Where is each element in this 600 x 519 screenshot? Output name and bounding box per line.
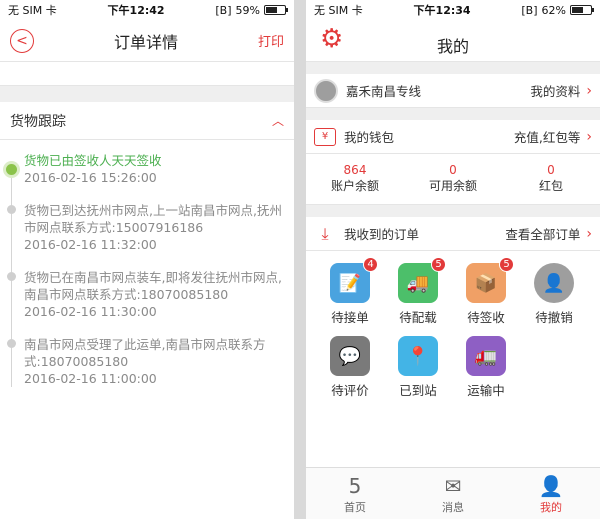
back-arrow-icon: < bbox=[16, 32, 28, 49]
my-info-link[interactable]: 我的资料 bbox=[530, 81, 580, 100]
carrier-text: 无 SIM 卡 bbox=[8, 4, 57, 17]
view-all-orders-link[interactable]: 查看全部订单 bbox=[505, 224, 580, 243]
back-button[interactable]: < bbox=[10, 28, 34, 53]
status-bar: 无 SIM 卡 下午12:42 [B] 59% bbox=[0, 0, 294, 20]
grid-item-pending-load[interactable]: 🚚 5 待配载 bbox=[384, 257, 452, 326]
count-badge: 5 bbox=[431, 257, 446, 272]
blank-row bbox=[0, 62, 294, 86]
profile-row[interactable]: 嘉禾南昌专线 我的资料 › bbox=[306, 74, 600, 108]
home-logo-icon: 5 bbox=[348, 473, 362, 498]
avatar bbox=[314, 78, 338, 103]
wallet-row[interactable]: ¥ 我的钱包 充值,红包等 › bbox=[306, 120, 600, 154]
battery-icon bbox=[569, 5, 594, 15]
tracking-header[interactable]: 货物跟踪 ︿ bbox=[0, 102, 294, 140]
chevron-right-icon: › bbox=[586, 128, 592, 145]
nav-bar: < 订单详情 打印 bbox=[0, 20, 294, 62]
balance-account[interactable]: 864 账户余额 bbox=[315, 162, 395, 194]
chevron-right-icon: › bbox=[586, 225, 592, 242]
bluetooth-icon: [B] bbox=[215, 3, 232, 17]
battery-icon bbox=[263, 5, 288, 15]
truck-icon: 🚛 bbox=[466, 336, 506, 376]
grid-item-arrived[interactable]: 📍 已到站 bbox=[384, 336, 452, 399]
clock-text: 下午12:34 bbox=[413, 4, 471, 17]
chevron-right-icon: › bbox=[586, 82, 592, 99]
tab-bar: 5 首页 ✉ 消息 👤 我的 bbox=[306, 467, 600, 519]
tracking-timeline: 货物已由签收人天天签收 2016-02-16 15:26:00 货物已到达抚州市… bbox=[0, 140, 294, 387]
wallet-label: 我的钱包 bbox=[344, 130, 395, 145]
nav-bar: ⚙ 我的 bbox=[306, 20, 600, 62]
bluetooth-icon: [B] bbox=[521, 3, 538, 17]
chat-icon: 💬 bbox=[330, 336, 370, 376]
grid-item-pending-review[interactable]: 💬 待评价 bbox=[316, 336, 384, 399]
count-badge: 5 bbox=[499, 257, 514, 272]
order-detail-screen: 无 SIM 卡 下午12:42 [B] 59% < 订单详情 打印 货物跟踪 ︿… bbox=[0, 0, 294, 519]
my-profile-screen: 无 SIM 卡 下午12:34 [B] 62% ⚙ 我的 嘉禾南昌专线 我的资料… bbox=[306, 0, 600, 519]
clipboard-icon: 📝 4 bbox=[330, 257, 378, 303]
battery-percent: 62% bbox=[541, 3, 566, 17]
grid-item-pending-sign[interactable]: 📦 5 待签收 bbox=[452, 257, 520, 326]
tab-home[interactable]: 5 首页 bbox=[320, 473, 390, 515]
package-icon: 📦 5 bbox=[466, 257, 514, 303]
carrier-text: 无 SIM 卡 bbox=[314, 4, 363, 17]
clock-text: 下午12:42 bbox=[107, 4, 165, 17]
battery-percent: 59% bbox=[235, 3, 260, 17]
grid-item-pending-accept[interactable]: 📝 4 待接单 bbox=[316, 257, 384, 326]
tracking-title: 货物跟踪 bbox=[10, 113, 66, 130]
chevron-up-icon[interactable]: ︿ bbox=[272, 112, 284, 129]
location-pin-icon: 📍 bbox=[398, 336, 438, 376]
grid-item-in-transit[interactable]: 🚛 运输中 bbox=[452, 336, 520, 399]
print-button[interactable]: 打印 bbox=[258, 31, 284, 50]
balance-redpacket[interactable]: 0 红包 bbox=[511, 162, 591, 194]
user-icon: 👤 bbox=[538, 473, 564, 498]
user-icon: 👤 bbox=[534, 263, 574, 303]
tab-messages[interactable]: ✉ 消息 bbox=[418, 473, 488, 515]
orders-row[interactable]: ⤓ 我收到的订单 查看全部订单 › bbox=[306, 217, 600, 251]
orders-label: 我收到的订单 bbox=[344, 227, 420, 242]
balance-summary: 864 账户余额 0 可用余额 0 红包 bbox=[306, 154, 600, 205]
timeline-item: 货物已到达抚州市网点,上一站南昌市网点,抚州市网点联系方式:1500791618… bbox=[7, 202, 284, 253]
recharge-link[interactable]: 充值,红包等 bbox=[514, 127, 580, 146]
timeline-dot bbox=[7, 272, 16, 281]
order-status-grid: 📝 4 待接单 🚚 5 待配载 📦 5 待签收 👤 待撤销 💬 待评价 📍 已到站 🚛… bbox=[306, 251, 600, 409]
timeline-dot bbox=[7, 339, 16, 348]
wallet-icon: ¥ bbox=[314, 127, 336, 146]
page-title: 订单详情 bbox=[113, 32, 178, 52]
timeline-dot bbox=[6, 164, 17, 175]
page-title: 我的 bbox=[436, 36, 469, 56]
truck-clock-icon: 🚚 5 bbox=[398, 257, 446, 303]
gear-icon[interactable]: ⚙ bbox=[320, 26, 343, 52]
timeline-item: 南昌市网点受理了此运单,南昌市网点联系方式:18070085180 2016-0… bbox=[7, 336, 284, 387]
envelope-icon: ✉ bbox=[444, 473, 462, 498]
count-badge: 4 bbox=[363, 257, 378, 272]
grid-item-pending-cancel[interactable]: 👤 待撤销 bbox=[520, 263, 588, 326]
timeline-dot bbox=[7, 205, 16, 214]
tab-mine[interactable]: 👤 我的 bbox=[516, 473, 586, 515]
download-icon: ⤓ bbox=[321, 223, 329, 243]
status-bar: 无 SIM 卡 下午12:34 [B] 62% bbox=[306, 0, 600, 20]
profile-name: 嘉禾南昌专线 bbox=[346, 84, 422, 99]
timeline-item: 货物已由签收人天天签收 2016-02-16 15:26:00 bbox=[6, 150, 284, 186]
balance-available[interactable]: 0 可用余额 bbox=[413, 162, 493, 194]
timeline-item: 货物已在南昌市网点装车,即将发往抚州市网点,南昌市网点联系方式:18070085… bbox=[7, 269, 284, 320]
